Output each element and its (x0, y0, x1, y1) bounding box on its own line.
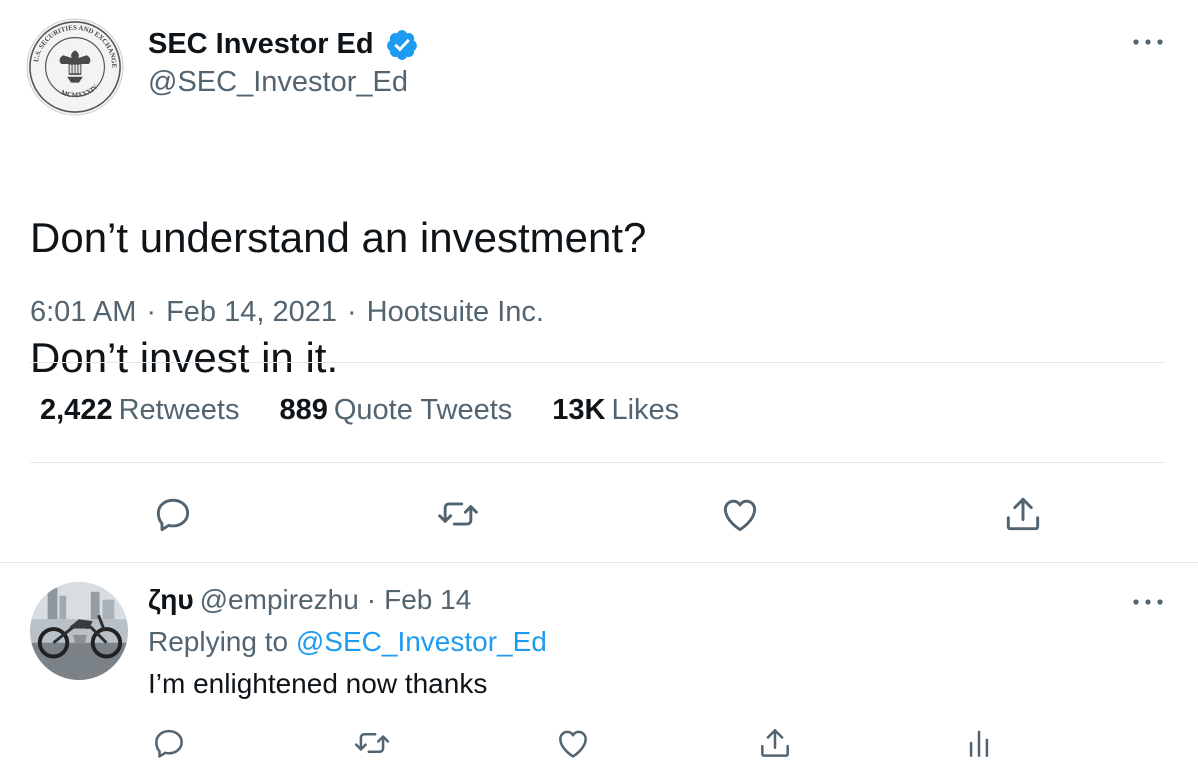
tweet-time[interactable]: 6:01 AM (30, 296, 136, 328)
tweet-stats: 2,422 Retweets 889 Quote Tweets 13K Likes (40, 394, 679, 427)
reply-share-icon[interactable] (756, 724, 794, 762)
divider (30, 462, 1166, 463)
divider (0, 562, 1198, 563)
more-icon[interactable] (1130, 32, 1166, 52)
separator: · (347, 296, 357, 328)
reply-text: I’m enlightened now thanks (148, 668, 488, 699)
reply-retweet-icon[interactable] (353, 724, 391, 762)
reply-reply-icon[interactable] (150, 724, 188, 762)
reply-icon[interactable] (151, 492, 195, 536)
retweets-stat[interactable]: 2,422 Retweets (40, 394, 239, 427)
tweet-source[interactable]: Hootsuite Inc. (367, 296, 544, 328)
sec-seal-icon: U.S. SECURITIES AND EXCHANGE COMMISSION … (26, 18, 124, 116)
reply-more-icon[interactable] (1130, 592, 1166, 612)
author-avatar[interactable]: U.S. SECURITIES AND EXCHANGE COMMISSION … (26, 18, 124, 116)
tweet-text-line: Don’t understand an investment? (30, 214, 647, 261)
share-icon[interactable] (1001, 492, 1045, 536)
author-handle[interactable]: @SEC_Investor_Ed (148, 66, 408, 99)
quote-tweets-stat[interactable]: 889 Quote Tweets (279, 394, 512, 427)
reply-header: ζηυ @empirezhu · Feb 14 (148, 584, 471, 616)
tweet-text-line: Don’t invest in it. (30, 334, 339, 381)
verified-badge-icon (385, 28, 419, 62)
replying-to: Replying to @SEC_Investor_Ed (148, 626, 547, 658)
reply-date[interactable]: Feb 14 (384, 584, 471, 615)
replying-prefix: Replying to (148, 626, 289, 657)
reply-like-icon[interactable] (554, 724, 592, 762)
likes-stat[interactable]: 13K Likes (552, 394, 679, 427)
like-icon[interactable] (718, 492, 762, 536)
motorcycle-photo-icon (30, 582, 128, 680)
divider (30, 362, 1166, 363)
reply-display-name[interactable]: ζηυ (148, 584, 194, 615)
separator: · (146, 296, 157, 328)
replying-mention-link[interactable]: @SEC_Investor_Ed (296, 626, 547, 657)
analytics-icon[interactable] (960, 724, 998, 762)
separator: · (366, 584, 377, 615)
tweet-meta: 6:01 AM · Feb 14, 2021 · Hootsuite Inc. (30, 296, 544, 329)
tweet-date[interactable]: Feb 14, 2021 (166, 296, 337, 328)
reply-avatar[interactable] (30, 582, 128, 680)
author-display-name[interactable]: SEC Investor Ed (148, 28, 374, 61)
retweet-icon[interactable] (436, 492, 480, 536)
reply-handle[interactable]: @empirezhu (200, 584, 359, 615)
